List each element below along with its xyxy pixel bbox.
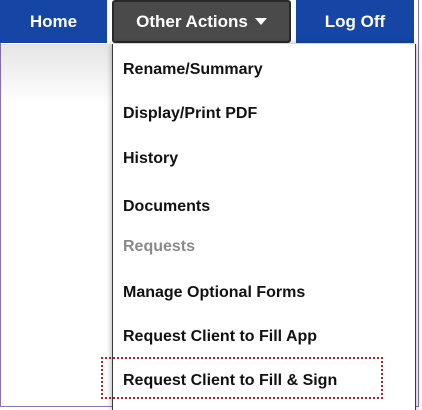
nav-shadow: [0, 44, 112, 104]
menu-item-manage-optional-forms[interactable]: Manage Optional Forms: [123, 284, 305, 302]
caret-down-icon: [254, 18, 267, 25]
menu-item-history[interactable]: History: [123, 150, 178, 168]
menu-item-rename-summary[interactable]: Rename/Summary: [123, 61, 263, 79]
menu-item-display-print-pdf[interactable]: Display/Print PDF: [123, 105, 257, 123]
menu-item-request-client-fill-app[interactable]: Request Client to Fill App: [123, 328, 317, 346]
other-actions-dropdown: Rename/Summary Display/Print PDF History…: [112, 44, 416, 410]
menu-section-requests: Requests: [123, 238, 196, 255]
other-actions-label: Other Actions: [136, 11, 248, 31]
other-actions-button[interactable]: Other Actions: [112, 0, 291, 43]
logoff-label: Log Off: [324, 11, 386, 31]
top-nav: Home Other Actions Log Off: [0, 0, 422, 44]
menu-item-documents[interactable]: Documents: [123, 198, 210, 216]
menu-item-request-client-fill-sign[interactable]: Request Client to Fill & Sign: [123, 372, 337, 390]
home-button[interactable]: Home: [0, 0, 107, 43]
logoff-button[interactable]: Log Off: [296, 0, 414, 43]
home-label: Home: [29, 11, 78, 31]
